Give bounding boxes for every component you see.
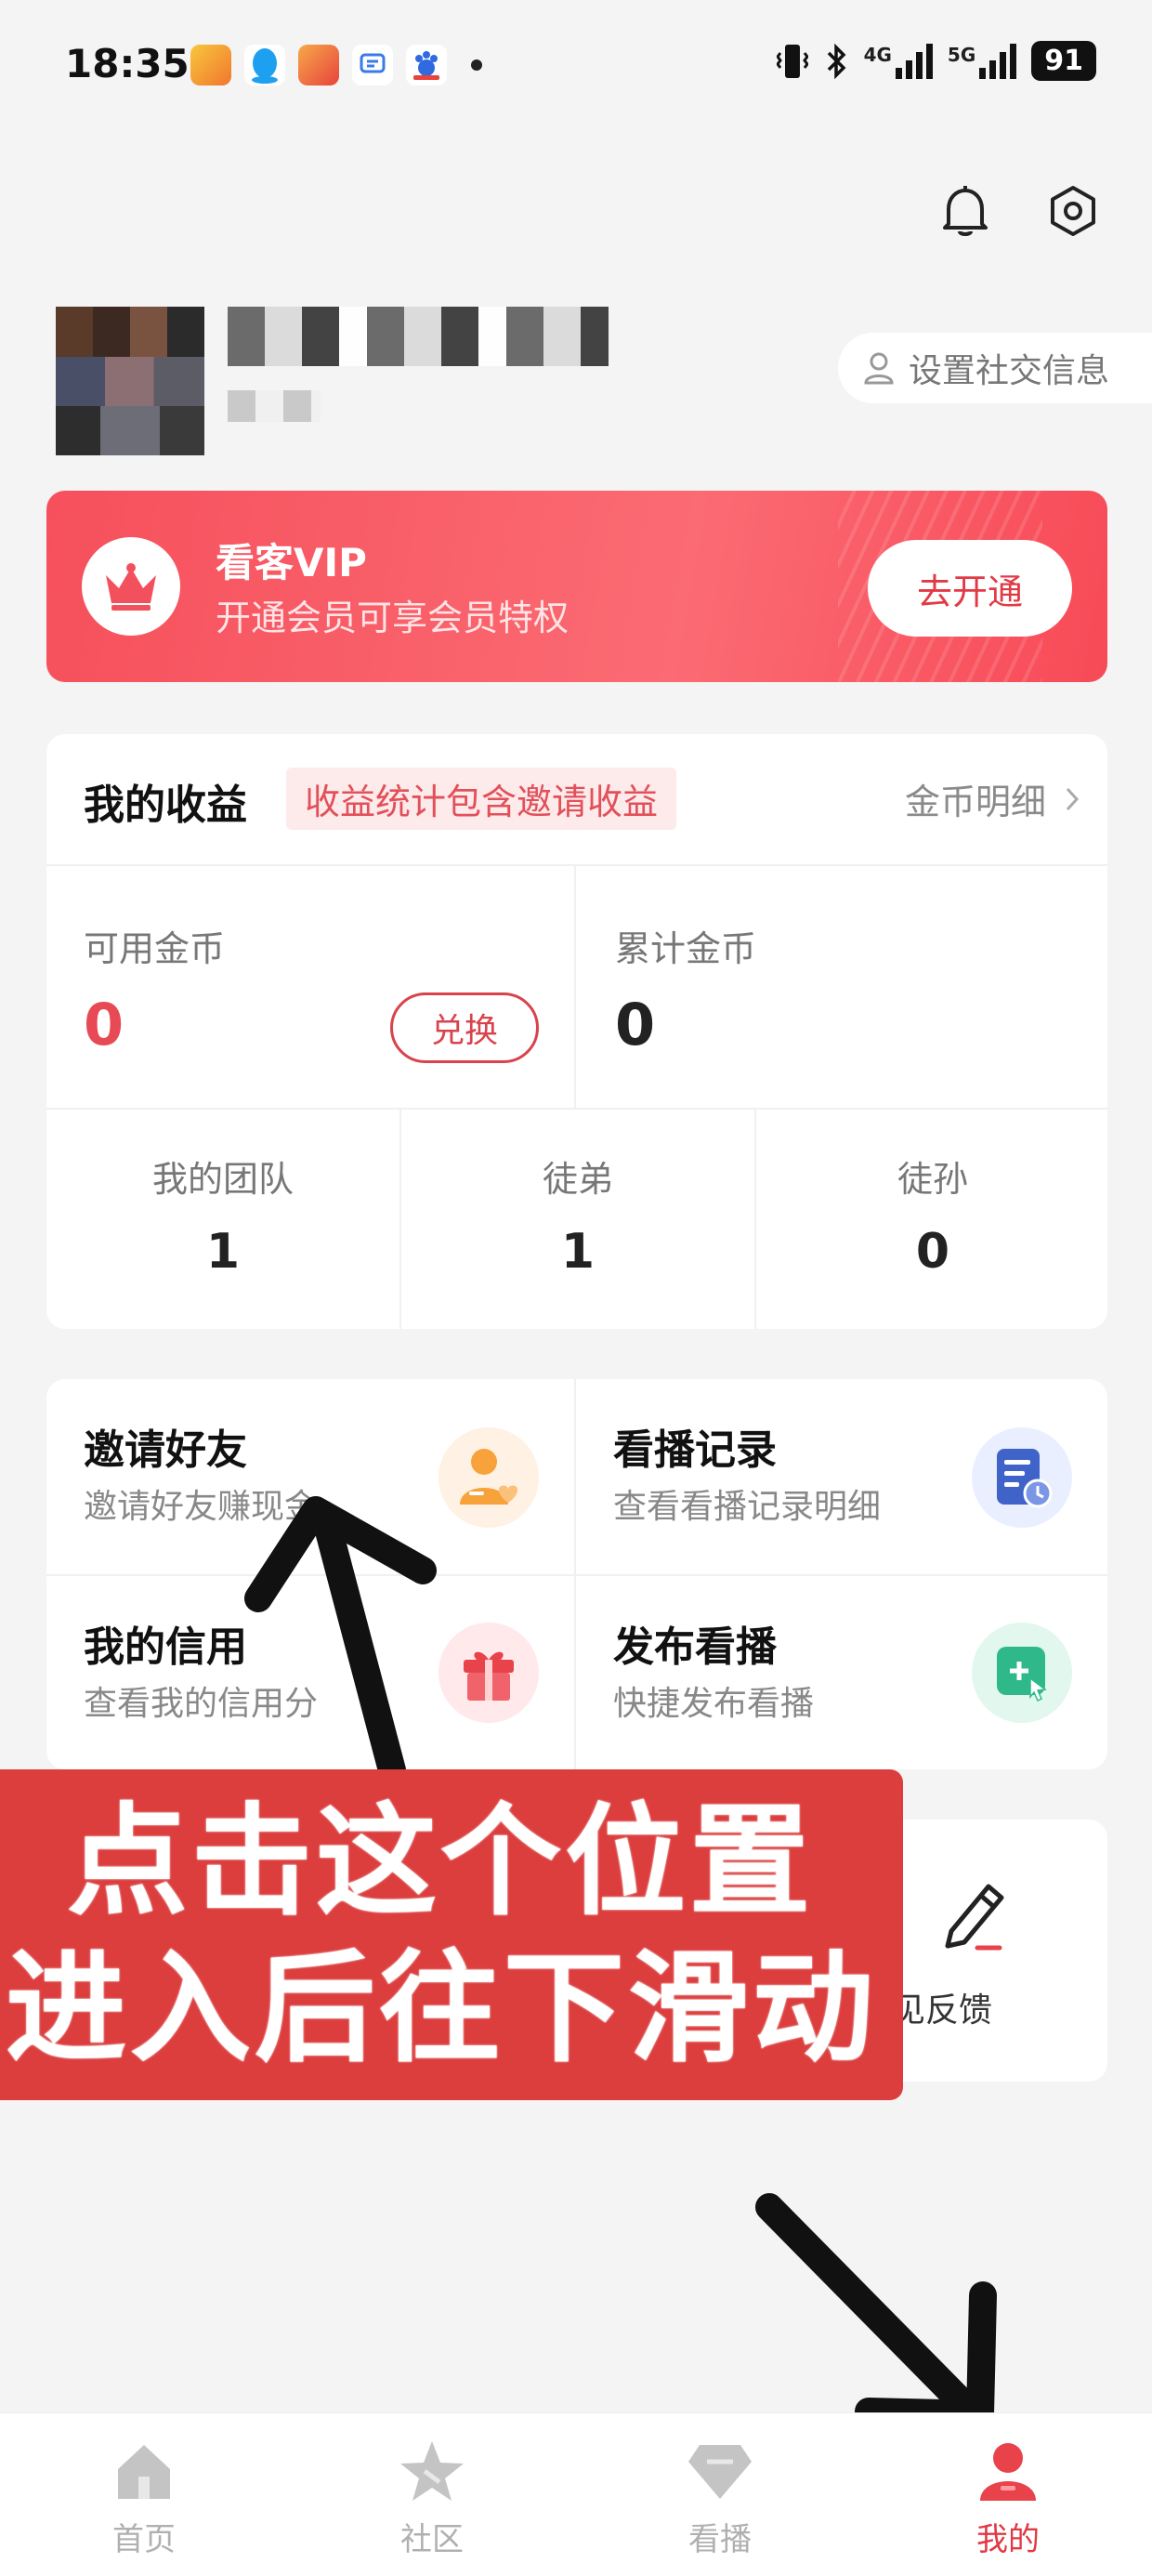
tab-watch[interactable]: 看播 [576,2438,864,2559]
home-icon [118,2445,170,2499]
tab-label: 我的 [976,2521,1040,2558]
up-arrow-annotation [244,1496,437,1784]
person-icon [980,2443,1036,2501]
instruction-callout: 点击这个位置 进入后往下滑动 [0,1769,903,2100]
instruction-line-1: 点击这个位置 [67,1791,815,1932]
bottom-tab-bar: 首页 社区 看播 我的 [0,2412,1152,2576]
down-right-arrow-annotation [755,2193,997,2428]
star-icon [400,2441,464,2501]
tab-label: 看播 [688,2521,752,2558]
diamond-icon [688,2445,752,2499]
tab-mine[interactable]: 我的 [864,2438,1152,2559]
tab-label: 首页 [112,2521,176,2558]
annotation-arrows [244,1496,997,2428]
tab-label: 社区 [400,2521,464,2558]
tab-community[interactable]: 社区 [288,2438,576,2559]
instruction-line-2: 进入后往下滑动 [6,1938,878,2079]
tab-home[interactable]: 首页 [0,2438,288,2559]
